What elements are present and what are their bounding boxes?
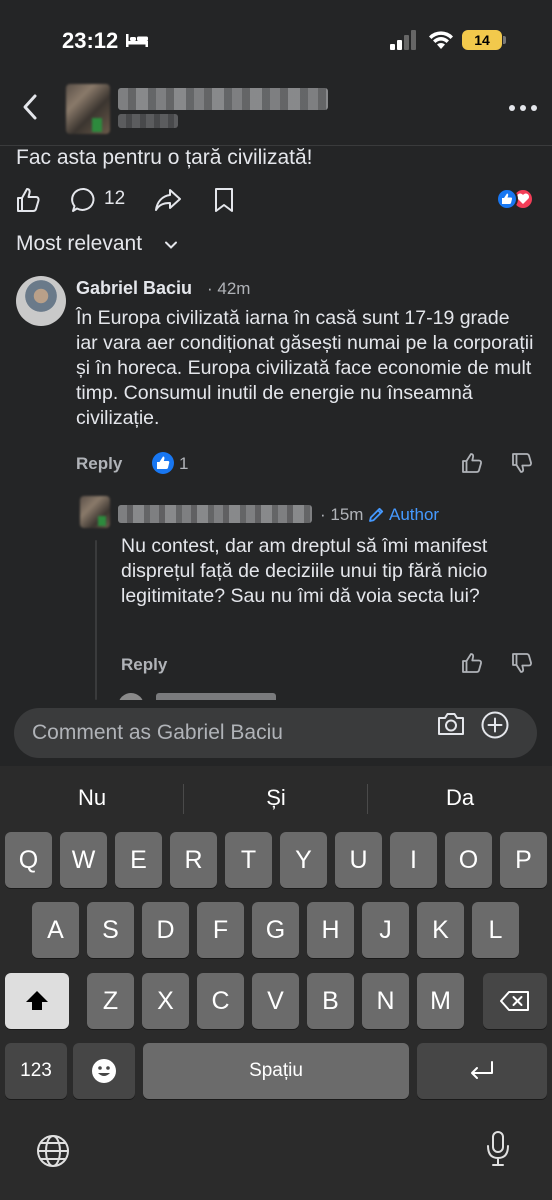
status-time: 23:12 [62, 28, 119, 53]
share-icon[interactable] [154, 186, 182, 214]
key-m[interactable]: M [417, 973, 464, 1029]
key-v[interactable]: V [252, 973, 299, 1029]
return-key[interactable] [417, 1043, 547, 1099]
key-c[interactable]: C [197, 973, 244, 1029]
suggestion-2[interactable]: Și [184, 780, 368, 816]
key-y[interactable]: Y [280, 832, 327, 888]
comment-count: 12 [104, 188, 126, 209]
poster-name-redacted[interactable] [118, 88, 328, 110]
emoji-icon [92, 1059, 116, 1083]
key-f[interactable]: F [197, 902, 244, 958]
bed-icon [126, 34, 148, 47]
comment-like-count: 1 [179, 454, 189, 473]
battery-tip [503, 36, 506, 44]
comment-icon[interactable] [70, 186, 98, 214]
thumb-down-icon[interactable] [510, 451, 534, 475]
shift-icon [26, 991, 48, 1010]
key-q[interactable]: Q [5, 832, 52, 888]
key-o[interactable]: O [445, 832, 492, 888]
pencil-icon [369, 507, 384, 522]
keyboard: Nu Și Da Q W E R T Y U I O P A S D F G H… [0, 766, 552, 1200]
thumb-up-icon[interactable] [460, 651, 484, 675]
comment-composer: Comment as Gabriel Baciu [0, 700, 552, 766]
reactions-summary[interactable] [496, 188, 540, 210]
key-r[interactable]: R [170, 832, 217, 888]
key-e[interactable]: E [115, 832, 162, 888]
key-h[interactable]: H [307, 902, 354, 958]
key-p[interactable]: P [500, 832, 547, 888]
reply-reply-button[interactable]: Reply [121, 655, 167, 675]
back-arrow-icon[interactable] [16, 92, 46, 122]
post-text: Fac asta pentru o țară civilizată! [16, 146, 313, 169]
key-l[interactable]: L [472, 902, 519, 958]
backspace-key[interactable] [483, 973, 547, 1029]
key-b[interactable]: B [307, 973, 354, 1029]
key-d[interactable]: D [142, 902, 189, 958]
suggestion-3[interactable]: Da [368, 780, 552, 816]
comment-like-badge-icon[interactable] [152, 452, 174, 474]
plus-icon[interactable] [480, 710, 510, 740]
chevron-down-icon[interactable] [164, 238, 178, 252]
post-actions: 12 [0, 180, 552, 220]
bookmark-icon[interactable] [212, 186, 236, 214]
shift-key[interactable] [5, 973, 69, 1029]
key-s[interactable]: S [87, 902, 134, 958]
thumb-down-icon[interactable] [510, 651, 534, 675]
comment-author[interactable]: Gabriel Baciu [76, 278, 192, 299]
backspace-icon [500, 991, 529, 1011]
signal-icon [390, 30, 416, 50]
key-w[interactable]: W [60, 832, 107, 888]
thumb-up-icon[interactable] [460, 451, 484, 475]
reply-author-redacted[interactable] [118, 505, 312, 523]
more-icon[interactable] [508, 96, 538, 120]
commenter-avatar[interactable] [16, 276, 66, 326]
reply-text: Nu contest, dar am dreptul să îmi manife… [121, 535, 488, 607]
key-a[interactable]: A [32, 902, 79, 958]
globe-icon[interactable] [36, 1134, 70, 1168]
comment-text: În Europa civilizată iarna în casă sunt … [76, 307, 534, 429]
mic-icon[interactable] [484, 1130, 512, 1168]
author-badge: Author [389, 505, 440, 524]
suggestion-1[interactable]: Nu [0, 780, 184, 816]
key-g[interactable]: G [252, 902, 299, 958]
key-j[interactable]: J [362, 902, 409, 958]
return-icon [471, 1061, 493, 1079]
poster-avatar[interactable] [66, 84, 110, 134]
key-x[interactable]: X [142, 973, 189, 1029]
thread-line [95, 540, 97, 700]
comment-input-placeholder: Comment as Gabriel Baciu [32, 721, 283, 744]
status-bar: 23:12 14 [0, 0, 552, 80]
key-n[interactable]: N [362, 973, 409, 1029]
key-t[interactable]: T [225, 832, 272, 888]
key-i[interactable]: I [390, 832, 437, 888]
reply-avatar[interactable] [80, 496, 110, 528]
poster-meta-redacted [118, 114, 178, 128]
key-k[interactable]: K [417, 902, 464, 958]
space-key[interactable]: Spațiu [143, 1043, 409, 1099]
key-u[interactable]: U [335, 832, 382, 888]
post-header [0, 80, 552, 146]
emoji-key[interactable] [73, 1043, 135, 1099]
battery-indicator: 14 [462, 30, 502, 50]
wifi-icon [429, 31, 453, 49]
sort-dropdown[interactable]: Most relevant [16, 232, 142, 256]
numbers-key[interactable]: 123 [5, 1043, 67, 1099]
comment-reply-button[interactable]: Reply [76, 454, 122, 474]
reply-time: · 15m [320, 505, 364, 524]
key-z[interactable]: Z [87, 973, 134, 1029]
camera-icon[interactable] [436, 711, 466, 737]
like-reaction-icon [496, 188, 518, 210]
comment-time: · 42m [207, 279, 251, 298]
like-icon[interactable] [14, 186, 42, 214]
